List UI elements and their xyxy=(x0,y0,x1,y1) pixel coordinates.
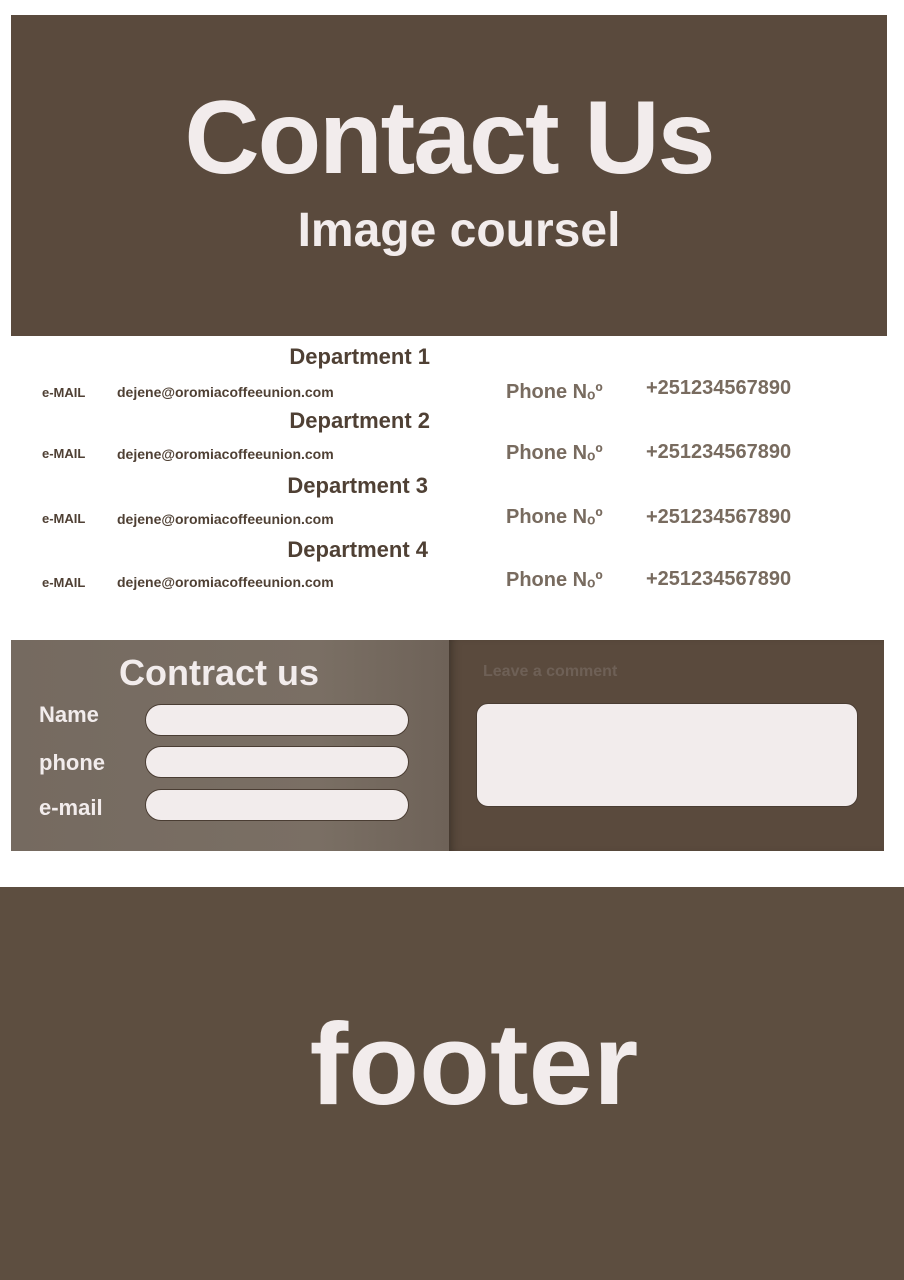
hero-banner: Contact Us Image coursel xyxy=(11,15,887,336)
department-name: Department 4 xyxy=(287,537,428,562)
email-label: e-MAIL xyxy=(42,385,86,400)
department-name: Department 3 xyxy=(287,473,428,498)
image-carousel-placeholder: Image coursel xyxy=(297,204,621,257)
phone-label: phone xyxy=(39,750,105,775)
email-link[interactable]: dejene@oromiacoffeeunion.com xyxy=(117,383,334,401)
department-row-1: Department 1 e-MAIL dejene@oromiacoffeeu… xyxy=(0,340,904,404)
department-row-4: Department 4 e-MAIL dejene@oromiacoffeeu… xyxy=(0,533,904,597)
phone-label: Phone Nₒº xyxy=(506,442,603,464)
email-link[interactable]: dejene@oromiacoffeeunion.com xyxy=(117,510,334,528)
email-label: e-MAIL xyxy=(42,511,86,526)
phone-number[interactable]: +251234567890 xyxy=(646,505,791,529)
department-row-2: Department 2 e-MAIL dejene@oromiacoffeeu… xyxy=(0,404,904,468)
comment-panel: Leave a comment xyxy=(449,640,884,851)
footer: footer xyxy=(0,887,904,1280)
phone-label: Phone Nₒº xyxy=(506,569,603,591)
email-label: e-MAIL xyxy=(42,575,86,590)
email-link[interactable]: dejene@oromiacoffeeunion.com xyxy=(117,573,334,591)
email-link[interactable]: dejene@oromiacoffeeunion.com xyxy=(117,445,334,463)
department-name: Department 2 xyxy=(289,408,430,433)
comment-label: Leave a comment xyxy=(483,663,618,680)
department-name: Department 1 xyxy=(289,344,430,369)
phone-number[interactable]: +251234567890 xyxy=(646,440,791,464)
email-label: e-MAIL xyxy=(42,446,86,461)
phone-label: Phone Nₒº xyxy=(506,381,603,403)
department-row-3: Department 3 e-MAIL dejene@oromiacoffeeu… xyxy=(0,469,904,533)
contact-form-title: Contract us xyxy=(119,652,320,693)
comment-textarea[interactable] xyxy=(476,703,858,807)
email-input[interactable] xyxy=(145,789,409,821)
department-contacts: Department 1 e-MAIL dejene@oromiacoffeeu… xyxy=(0,340,904,610)
phone-input[interactable] xyxy=(145,746,409,778)
contact-form-panel: Contract us Name phone e-mail xyxy=(11,640,449,851)
phone-label: Phone Nₒº xyxy=(506,506,603,528)
email-label: e-mail xyxy=(39,795,103,820)
phone-number[interactable]: +251234567890 xyxy=(646,376,791,400)
name-label: Name xyxy=(39,702,99,727)
phone-number[interactable]: +251234567890 xyxy=(646,567,791,591)
page-title: Contact Us xyxy=(184,80,716,196)
name-input[interactable] xyxy=(145,704,409,736)
footer-placeholder-text: footer xyxy=(309,999,639,1129)
contact-form-section: Contract us Name phone e-mail Leave a co… xyxy=(11,640,884,851)
